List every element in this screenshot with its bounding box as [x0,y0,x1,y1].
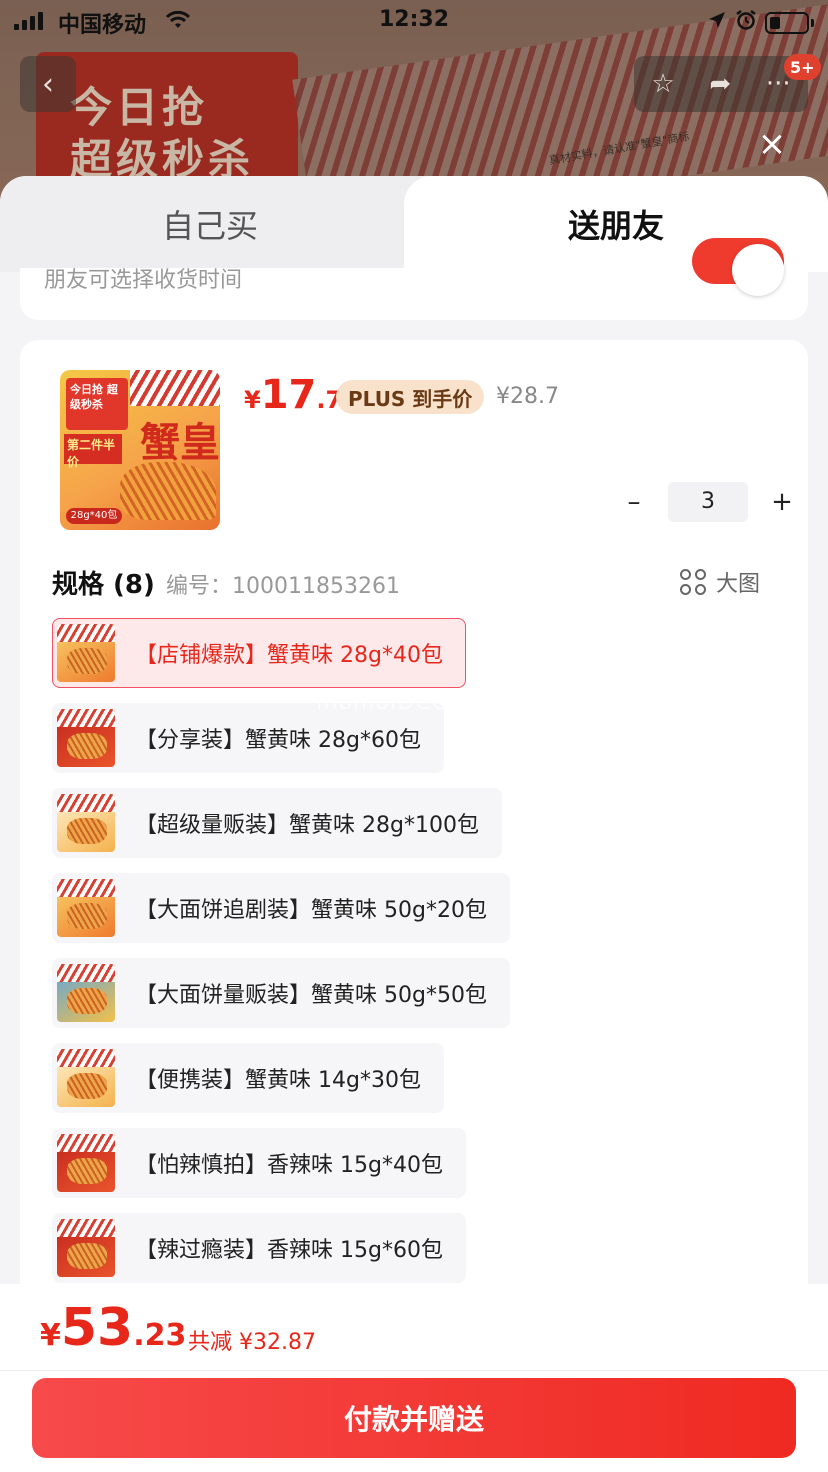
spec-row: 【怕辣慎拍】香辣味 15g*40包 [52,1128,792,1213]
pay-and-gift-button[interactable]: 付款并赠送 [32,1378,796,1458]
spec-thumbnail [57,964,115,1022]
product-image-promo: 第二件半价 [64,434,122,469]
product-image-snack [120,462,216,520]
spec-number: 编号：100011853261 [166,574,400,599]
product-image-stripes [130,370,220,406]
share-icon[interactable]: ➦ [709,69,731,99]
close-icon[interactable]: × [756,127,788,161]
spec-row: 【超级量贩装】蟹黄味 28g*100包 [52,788,792,873]
watermark: momoIDCO [316,690,450,715]
toggle-knob [732,244,784,296]
spec-option[interactable]: 【怕辣慎拍】香辣味 15g*40包 [52,1128,466,1198]
status-right-group [707,9,814,37]
total-integer: 53 [60,1298,134,1358]
spec-option-label: 【大面饼量贩装】蟹黄味 50g*50包 [135,983,487,1008]
spec-option-label: 【便携装】蟹黄味 14g*30包 [135,1068,421,1093]
battery-icon [765,12,809,34]
decrease-button[interactable]: – [616,482,652,522]
location-arrow-icon [707,10,727,36]
spec-option[interactable]: 【大面饼追剧装】蟹黄味 50g*20包 [52,873,510,943]
spec-row: 【便携装】蟹黄味 14g*30包 [52,1043,792,1128]
product-image-title: 蟹皇 [140,420,220,466]
spec-option-label: 【大面饼追剧装】蟹黄味 50g*20包 [135,898,487,923]
price-integer: 17 [260,372,317,418]
spec-thumbnail [57,794,115,852]
spec-title: 规格 (8) [52,570,155,600]
spec-option-selected[interactable]: 【店铺爆款】蟹黄味 28g*40包 [52,618,466,688]
gift-option-card: 朋友可选择收货时间 [20,238,808,320]
spec-list: 【店铺爆款】蟹黄味 28g*40包 【分享装】蟹黄味 28g*60包 【超级量贩… [52,618,792,1298]
spec-thumbnail [57,709,115,767]
spec-row: 【大面饼量贩装】蟹黄味 50g*50包 [52,958,792,1043]
original-price: ¥28.7 [496,384,559,409]
spec-option[interactable]: 【大面饼量贩装】蟹黄味 50g*50包 [52,958,510,1028]
spec-option[interactable]: 【辣过瘾装】香辣味 15g*60包 [52,1213,466,1283]
big-image-label: 大图 [716,572,761,597]
product-image[interactable]: 今日抢 超级秒杀 蟹皇 第二件半价 28g*40包 [60,370,220,530]
spec-option[interactable]: 【便携装】蟹黄味 14g*30包 [52,1043,444,1113]
checkout-footer: ¥53.23 共减 ¥32.87 付款并赠送 [0,1284,828,1472]
spec-option-label: 【怕辣慎拍】香辣味 15g*40包 [135,1153,443,1178]
total-saving: 共减 ¥32.87 [188,1330,316,1355]
quantity-stepper: – 3 + [616,482,800,522]
spec-option-label: 【店铺爆款】蟹黄味 28g*40包 [135,643,443,668]
gift-option-text: 朋友可选择收货时间 [44,268,243,293]
price-currency: ¥ [244,386,261,414]
product-image-tag: 28g*40包 [66,508,122,524]
battery-cap [811,19,814,27]
big-image-button[interactable]: 大图 [680,566,760,598]
status-bar: 中国移动 12:32 [0,0,828,44]
promo-banner-text: 今日抢 超级秒杀 [70,83,255,184]
spec-option-label: 【辣过瘾装】香辣味 15g*60包 [135,1238,443,1263]
spec-option[interactable]: 【超级量贩装】蟹黄味 28g*100包 [52,788,502,858]
spec-thumbnail [57,1134,115,1192]
spec-option-label: 【分享装】蟹黄味 28g*60包 [135,728,421,753]
spec-option-label: 【超级量贩装】蟹黄味 28g*100包 [135,813,479,838]
total-decimal: .23 [133,1318,187,1353]
total-currency: ¥ [40,1318,61,1353]
grid-icon [680,569,706,595]
purchase-sheet: 自己买 送朋友 朋友可选择收货时间 今日抢 超级秒杀 蟹皇 第二件半价 28g*… [0,176,828,1472]
clock: 12:32 [378,7,450,32]
total-price: ¥53.23 [40,1298,186,1358]
spec-thumbnail [57,1049,115,1107]
spec-row: 【大面饼追剧装】蟹黄味 50g*20包 [52,873,792,958]
spec-thumbnail [57,624,115,682]
footer-divider [0,1370,828,1371]
plus-price-tag: PLUS 到手价 [336,380,485,414]
star-icon[interactable]: ☆ [651,69,674,99]
message-badge: 5+ [784,54,821,80]
spec-thumbnail [57,879,115,937]
quantity-input[interactable]: 3 [668,482,748,522]
increase-button[interactable]: + [764,482,800,522]
alarm-icon [735,9,757,37]
tab-buy-self[interactable]: 自己买 [0,176,420,272]
spec-row: 【分享装】蟹黄味 28g*60包 [52,703,792,788]
chevron-left-icon: ‹ [42,66,54,102]
product-image-badge: 今日抢 超级秒杀 [66,378,128,430]
back-button[interactable]: ‹ [20,56,76,112]
spec-thumbnail [57,1219,115,1277]
nav-action-group: ☆ ➦ ··· [634,56,808,112]
